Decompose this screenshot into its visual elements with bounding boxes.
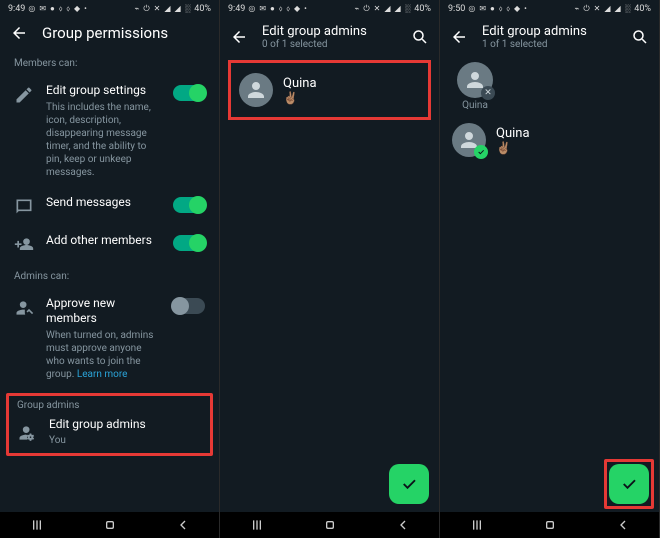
- members-can-label: Members can:: [6, 50, 213, 75]
- page-title: Edit group admins: [482, 24, 617, 39]
- toggle-approve-members[interactable]: [173, 298, 205, 314]
- selected-check-icon: [474, 145, 488, 159]
- confirm-fab[interactable]: [389, 464, 429, 504]
- nav-bar: [0, 512, 219, 538]
- row-desc: This includes the name, icon, descriptio…: [46, 101, 161, 179]
- row-title: Approve new members: [46, 296, 161, 327]
- page-subtitle: 0 of 1 selected: [262, 39, 397, 50]
- screen-edit-admins-selected: 9:50 ◎ ✉ ● ⬨ ⬨ ◆ • ⌁ ⏻ ✕ ◢ ◢ ░ 40% Edit …: [440, 0, 660, 538]
- nav-bar: [440, 512, 659, 538]
- search-icon[interactable]: [631, 28, 649, 46]
- contact-status: ✌🏽: [283, 91, 317, 105]
- app-header: Edit group admins 1 of 1 selected: [440, 18, 659, 58]
- group-admins-label: Group admins: [9, 396, 210, 413]
- status-left-icons: ◎ ✉ ● ⬨ ⬨ ◆ •: [468, 4, 527, 14]
- status-bar: 9:49 ◎ ✉ ● ⬨ ⬨ ◆ • ⌁ ⏻ ✕ ◢ ◢ ░ 40%: [0, 0, 219, 18]
- toggle-send-messages[interactable]: [173, 197, 205, 213]
- approve-user-icon: [14, 298, 34, 318]
- status-bar: 9:49 ◎ ✉ ● ⬨ ⬨ ◆ • ⌁ ⏻ ✕ ◢ ◢ ░ 40%: [220, 0, 439, 18]
- contact-name: Quina: [496, 126, 530, 141]
- selected-chip-row: ✕ Quina: [446, 58, 653, 117]
- row-desc: When turned on, admins must approve anyo…: [46, 329, 161, 381]
- status-battery: 40%: [414, 4, 431, 14]
- status-battery: 40%: [634, 4, 651, 14]
- status-right-icons: ⌁ ⏻ ✕ ◢ ◢ ░: [135, 4, 192, 14]
- highlight-edit-admins: Group admins Edit group admins You: [6, 393, 213, 457]
- remove-icon[interactable]: ✕: [481, 86, 495, 100]
- nav-back[interactable]: [383, 516, 423, 534]
- status-time: 9:49: [228, 4, 245, 14]
- toggle-add-members[interactable]: [173, 235, 205, 251]
- contact-row-quina[interactable]: Quina ✌🏽: [446, 117, 653, 163]
- status-time: 9:49: [8, 4, 25, 14]
- selected-chip-quina[interactable]: ✕ Quina: [452, 62, 498, 111]
- toggle-edit-group-settings[interactable]: [173, 85, 205, 101]
- row-sub: You: [49, 434, 202, 447]
- row-title: Edit group settings: [46, 83, 161, 99]
- admin-user-icon: [17, 423, 37, 443]
- chip-name: Quina: [462, 100, 488, 111]
- status-bar: 9:50 ◎ ✉ ● ⬨ ⬨ ◆ • ⌁ ⏻ ✕ ◢ ◢ ░ 40%: [440, 0, 659, 18]
- nav-home[interactable]: [530, 516, 570, 534]
- row-title: Edit group admins: [49, 417, 202, 433]
- search-icon[interactable]: [411, 28, 429, 46]
- status-right-icons: ⌁ ⏻ ✕ ◢ ◢ ░: [355, 4, 412, 14]
- row-edit-group-admins[interactable]: Edit group admins You: [9, 413, 210, 454]
- page-subtitle: 1 of 1 selected: [482, 39, 617, 50]
- row-title: Add other members: [46, 233, 161, 249]
- app-header: Edit group admins 0 of 1 selected: [220, 18, 439, 58]
- avatar: [239, 73, 273, 107]
- status-right-icons: ⌁ ⏻ ✕ ◢ ◢ ░: [575, 4, 632, 14]
- nav-recents[interactable]: [17, 516, 57, 534]
- page-title: Group permissions: [42, 24, 168, 42]
- back-icon[interactable]: [450, 28, 468, 46]
- nav-home[interactable]: [90, 516, 130, 534]
- screen-group-permissions: 9:49 ◎ ✉ ● ⬨ ⬨ ◆ • ⌁ ⏻ ✕ ◢ ◢ ░ 40% Group…: [0, 0, 220, 538]
- nav-bar: [220, 512, 439, 538]
- back-icon[interactable]: [230, 28, 248, 46]
- status-battery: 40%: [194, 4, 211, 14]
- row-send-messages[interactable]: Send messages: [6, 187, 213, 225]
- nav-recents[interactable]: [457, 516, 497, 534]
- page-title: Edit group admins: [262, 24, 397, 39]
- row-add-members[interactable]: Add other members: [6, 225, 213, 263]
- status-left-icons: ◎ ✉ ● ⬨ ⬨ ◆ •: [28, 4, 87, 14]
- status-time: 9:50: [448, 4, 465, 14]
- contact-row-quina[interactable]: Quina ✌🏽: [233, 67, 426, 113]
- nav-recents[interactable]: [237, 516, 277, 534]
- pencil-icon: [14, 85, 34, 105]
- highlight-fab: [604, 459, 654, 509]
- contact-name: Quina: [283, 76, 317, 91]
- chat-icon: [14, 197, 34, 217]
- avatar: [452, 123, 486, 157]
- admins-can-label: Admins can:: [6, 263, 213, 288]
- app-header: Group permissions: [0, 18, 219, 50]
- back-icon[interactable]: [10, 24, 28, 42]
- screen-edit-admins-unselected: 9:49 ◎ ✉ ● ⬨ ⬨ ◆ • ⌁ ⏻ ✕ ◢ ◢ ░ 40% Edit …: [220, 0, 440, 538]
- row-approve-members[interactable]: Approve new members When turned on, admi…: [6, 288, 213, 389]
- nav-back[interactable]: [163, 516, 203, 534]
- status-left-icons: ◎ ✉ ● ⬨ ⬨ ◆ •: [248, 4, 307, 14]
- row-edit-group-settings[interactable]: Edit group settings This includes the na…: [6, 75, 213, 187]
- row-title: Send messages: [46, 195, 161, 211]
- add-user-icon: [14, 235, 34, 255]
- avatar: ✕: [457, 62, 493, 98]
- contact-status: ✌🏽: [496, 141, 530, 155]
- nav-back[interactable]: [603, 516, 643, 534]
- highlight-contact: Quina ✌🏽: [228, 60, 431, 120]
- nav-home[interactable]: [310, 516, 350, 534]
- learn-more-link[interactable]: Learn more: [77, 369, 128, 380]
